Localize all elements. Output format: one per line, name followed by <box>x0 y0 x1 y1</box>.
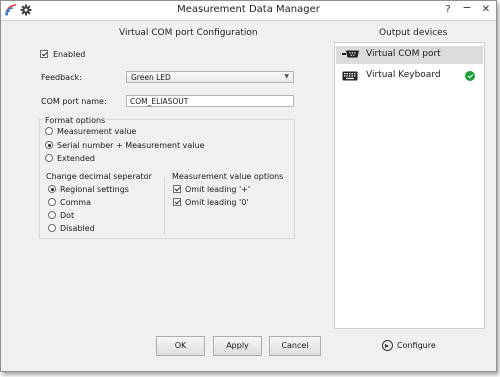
format-option-label: Serial number + Measurement value <box>57 141 205 150</box>
omit-plus-label: Omit leading '+' <box>185 185 251 194</box>
device-item-virtual-keyboard[interactable]: Virtual Keyboard <box>336 67 483 85</box>
enabled-checkbox[interactable] <box>40 50 48 58</box>
help-button[interactable]: ? <box>438 1 458 19</box>
config-heading: Virtual COM port Configuration <box>119 28 258 38</box>
ok-button[interactable]: OK <box>156 336 205 356</box>
devices-heading: Output devices <box>379 28 448 38</box>
configure-label: Configure <box>397 341 436 350</box>
decimal-radio-1[interactable] <box>48 198 56 206</box>
format-radio-2[interactable] <box>45 154 53 162</box>
main-window: Measurement Data Manager ? − ✕ Virtual C… <box>0 0 497 372</box>
com-port-input[interactable]: COM_ELIASOUT <box>126 95 294 107</box>
decimal-radio-3[interactable] <box>48 224 56 232</box>
feedback-value: Green LED <box>131 73 171 82</box>
keyboard-icon <box>342 71 358 83</box>
value-options-title: Measurement value options <box>172 172 284 181</box>
decimal-option-label: Disabled <box>60 224 95 233</box>
window-title: Measurement Data Manager <box>177 4 320 15</box>
format-option-label: Measurement value <box>57 127 137 136</box>
minimize-button[interactable]: − <box>458 1 476 19</box>
com-port-value: COM_ELIASOUT <box>130 97 189 106</box>
decimal-option-label: Regional settings <box>60 185 129 194</box>
decimal-option-label: Comma <box>60 198 91 207</box>
enabled-label: Enabled <box>53 50 86 59</box>
decimal-radio-2[interactable] <box>48 211 56 219</box>
omit-plus-checkbox[interactable] <box>173 185 181 193</box>
play-circle-icon <box>382 340 393 351</box>
omit-zero-checkbox[interactable] <box>173 198 181 206</box>
cancel-button[interactable]: Cancel <box>269 336 321 356</box>
check-circle-icon <box>465 71 475 81</box>
device-label: Virtual COM port <box>366 49 441 59</box>
feedback-select[interactable]: Green LED ▼ <box>126 71 294 83</box>
title-bar: Measurement Data Manager ? − ✕ <box>1 1 496 21</box>
apply-button[interactable]: Apply <box>213 336 262 356</box>
format-radio-1[interactable] <box>45 141 53 149</box>
chevron-down-icon: ▼ <box>284 73 289 80</box>
decimal-radio-0[interactable] <box>48 185 56 193</box>
format-radio-0[interactable] <box>45 127 53 135</box>
decimal-separator-title: Change decimal seperator <box>46 172 152 181</box>
output-devices-list: Virtual COM port Virtual Keyboard <box>334 42 485 329</box>
close-button[interactable]: ✕ <box>476 1 496 19</box>
feedback-label: Feedback: <box>41 73 82 82</box>
device-item-virtual-com-port[interactable]: Virtual COM port <box>336 46 483 64</box>
com-port-label: COM port name: <box>41 97 107 106</box>
device-label: Virtual Keyboard <box>366 70 441 80</box>
decimal-option-label: Dot <box>60 211 75 220</box>
format-options-title: Format options <box>44 116 107 125</box>
format-option-label: Extended <box>57 154 95 163</box>
com-port-icon <box>342 50 360 60</box>
omit-zero-label: Omit leading '0' <box>185 198 249 207</box>
